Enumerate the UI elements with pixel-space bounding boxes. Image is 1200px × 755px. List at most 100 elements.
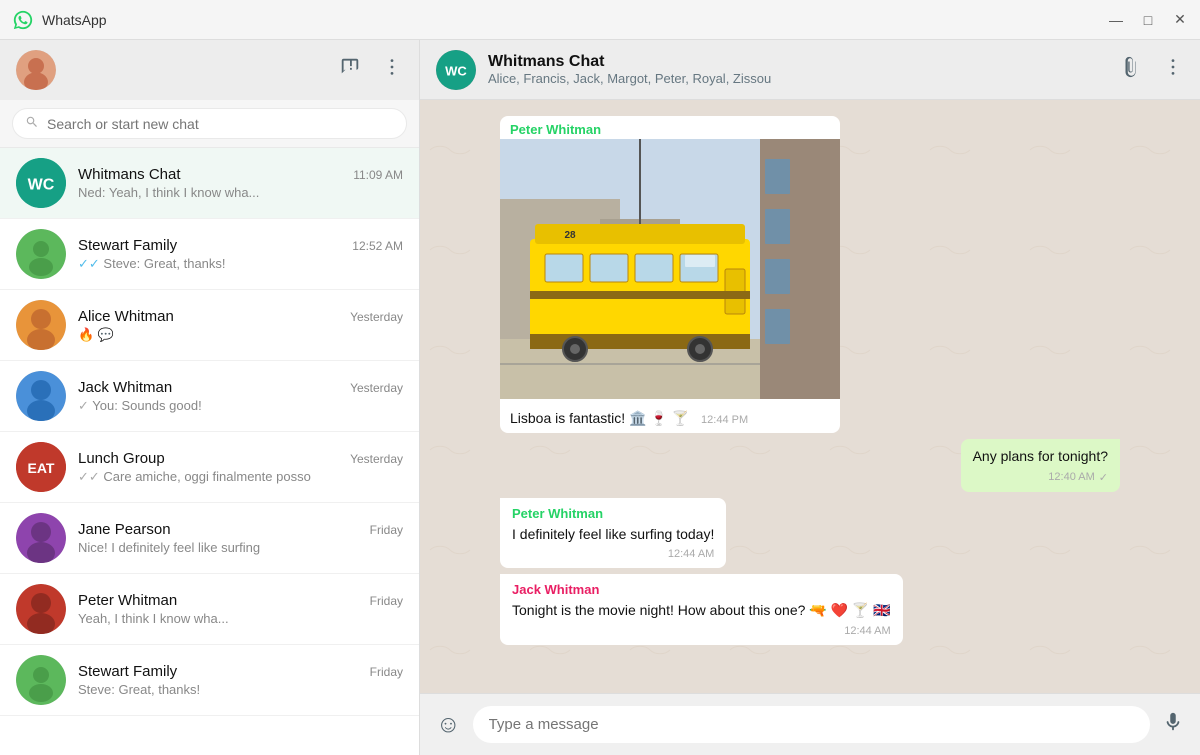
avatar (16, 229, 66, 279)
avatar (16, 584, 66, 634)
chat-item-jane-pearson[interactable]: Jane Pearson Friday Nice! I definitely f… (0, 503, 419, 574)
tram-image: 28 (500, 139, 840, 399)
chat-header-avatar[interactable]: WC (436, 50, 476, 90)
chat-info: Peter Whitman Friday Yeah, I think I kno… (78, 592, 403, 626)
message-bubble-peter: Peter Whitman I definitely feel like sur… (500, 498, 726, 569)
avatar (16, 371, 66, 421)
chat-time: Yesterday (350, 452, 403, 466)
chat-name: Alice Whitman (78, 308, 174, 325)
avatar: WC (16, 158, 66, 208)
chat-time: 11:09 AM (353, 168, 403, 182)
chat-info: Alice Whitman Yesterday 🔥 💬 (78, 308, 403, 343)
window-controls: — □ ✕ (1108, 12, 1188, 28)
svg-text:WC: WC (28, 177, 55, 194)
sidebar-actions (339, 56, 403, 84)
sidebar: WC Whitmans Chat 11:09 AM Ned: Yeah, I t… (0, 40, 420, 755)
chat-header: WC Whitmans Chat Alice, Francis, Jack, M… (420, 40, 1200, 100)
chat-info: Stewart Family 12:52 AM ✓✓ Steve: Great,… (78, 237, 403, 272)
search-input[interactable] (47, 116, 394, 132)
close-button[interactable]: ✕ (1172, 12, 1188, 28)
chat-time: Friday (370, 594, 403, 608)
avatar (16, 513, 66, 563)
user-avatar[interactable] (16, 50, 56, 90)
chat-info: Stewart Family Friday Steve: Great, than… (78, 663, 403, 697)
chat-preview: 🔥 💬 (78, 327, 403, 343)
chat-item-jack-whitman[interactable]: Jack Whitman Yesterday ✓ You: Sounds goo… (0, 361, 419, 432)
app-title: WhatsApp (42, 12, 1108, 28)
new-chat-button[interactable] (339, 56, 361, 84)
chat-item-stewart-family[interactable]: Stewart Family 12:52 AM ✓✓ Steve: Great,… (0, 219, 419, 290)
chat-name: Jack Whitman (78, 379, 172, 396)
titlebar: WhatsApp — □ ✕ (0, 0, 1200, 40)
message-bubble: Peter Whitman (500, 116, 840, 433)
chat-time: Yesterday (350, 381, 403, 395)
group-members: Alice, Francis, Jack, Margot, Peter, Roy… (488, 71, 1108, 86)
search-box (12, 108, 407, 139)
chat-item-alice-whitman[interactable]: Alice Whitman Yesterday 🔥 💬 (0, 290, 419, 361)
app-body: WC Whitmans Chat 11:09 AM Ned: Yeah, I t… (0, 40, 1200, 755)
avatar (16, 300, 66, 350)
chat-preview: Yeah, I think I know wha... (78, 611, 403, 626)
chat-time: 12:52 AM (352, 239, 403, 253)
message-text: Tonight is the movie night! How about th… (512, 601, 891, 621)
chat-header-info: Whitmans Chat Alice, Francis, Jack, Marg… (488, 53, 1108, 86)
chat-info: Jack Whitman Yesterday ✓ You: Sounds goo… (78, 379, 403, 414)
chat-name: Stewart Family (78, 663, 177, 680)
message-meta: 12:44 AM (512, 548, 714, 560)
message-sender: Jack Whitman (512, 582, 891, 597)
chat-area: WC Whitmans Chat Alice, Francis, Jack, M… (420, 40, 1200, 755)
chat-time: Friday (370, 665, 403, 679)
chat-name: Stewart Family (78, 237, 177, 254)
microphone-button[interactable] (1162, 711, 1184, 739)
message-text: I definitely feel like surfing today! (512, 525, 714, 545)
message-sender: Peter Whitman (512, 506, 714, 521)
chat-input-area: ☺ (420, 693, 1200, 755)
chat-time: Friday (370, 523, 403, 537)
more-options-button[interactable] (1162, 56, 1184, 83)
message-bubble-jack: Jack Whitman Tonight is the movie night!… (500, 574, 903, 645)
chat-preview: ✓✓ Care amiche, oggi finalmente posso (78, 469, 403, 485)
sidebar-header (0, 40, 419, 100)
chat-item-whitmans-chat[interactable]: WC Whitmans Chat 11:09 AM Ned: Yeah, I t… (0, 148, 419, 219)
chat-info: Whitmans Chat 11:09 AM Ned: Yeah, I thin… (78, 166, 403, 200)
chat-time: Yesterday (350, 310, 403, 324)
chat-name: Peter Whitman (78, 592, 177, 609)
chat-info: Lunch Group Yesterday ✓✓ Care amiche, og… (78, 450, 403, 485)
messages-area: Peter Whitman (420, 100, 1200, 693)
attachment-button[interactable] (1120, 56, 1142, 83)
svg-text:28: 28 (564, 230, 576, 241)
chat-header-actions (1120, 56, 1184, 83)
search-icon (25, 115, 39, 132)
chat-preview: Ned: Yeah, I think I know wha... (78, 185, 403, 200)
chat-item-stewart-family-2[interactable]: Stewart Family Friday Steve: Great, than… (0, 645, 419, 716)
chat-info: Jane Pearson Friday Nice! I definitely f… (78, 521, 403, 555)
chat-preview: Steve: Great, thanks! (78, 682, 403, 697)
chat-name: Lunch Group (78, 450, 165, 467)
message-meta: 12:44 AM (512, 625, 891, 637)
chat-list: WC Whitmans Chat 11:09 AM Ned: Yeah, I t… (0, 148, 419, 755)
message-input[interactable] (473, 706, 1150, 743)
chat-name: Jane Pearson (78, 521, 171, 538)
message-sender: Peter Whitman (500, 116, 840, 139)
svg-text:WC: WC (445, 63, 467, 78)
chat-item-lunch-group[interactable]: EAT Lunch Group Yesterday ✓✓ Care amiche… (0, 432, 419, 503)
chat-preview: ✓✓ Steve: Great, thanks! (78, 256, 403, 272)
message-meta: 12:40 AM ✓ (973, 471, 1108, 484)
minimize-button[interactable]: — (1108, 12, 1124, 28)
avatar (16, 655, 66, 705)
chat-preview: ✓ You: Sounds good! (78, 398, 403, 414)
avatar: EAT (16, 442, 66, 492)
svg-text:EAT: EAT (28, 460, 55, 476)
maximize-button[interactable]: □ (1140, 12, 1156, 28)
search-area (0, 100, 419, 148)
message-bubble-outgoing: Any plans for tonight? 12:40 AM ✓ (961, 439, 1120, 492)
chat-item-peter-whitman[interactable]: Peter Whitman Friday Yeah, I think I kno… (0, 574, 419, 645)
image-caption: Lisboa is fantastic! 🏛️ 🍷 🍸 12:44 PM (500, 404, 840, 433)
message-text: Any plans for tonight? (973, 447, 1108, 467)
group-name: Whitmans Chat (488, 53, 1108, 71)
whatsapp-logo (12, 9, 34, 31)
chat-preview: Nice! I definitely feel like surfing (78, 540, 403, 555)
menu-button[interactable] (381, 56, 403, 84)
chat-name: Whitmans Chat (78, 166, 181, 183)
emoji-button[interactable]: ☺ (436, 711, 461, 739)
